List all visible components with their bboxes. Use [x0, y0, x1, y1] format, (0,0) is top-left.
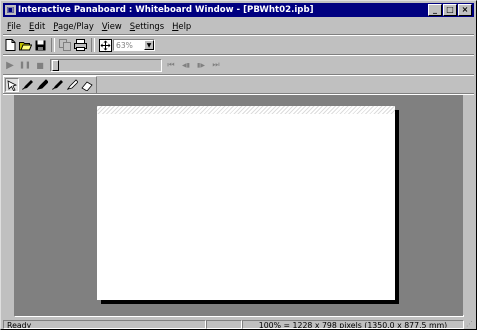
pen-red-icon[interactable] [50, 78, 64, 92]
copy-icon[interactable] [58, 38, 72, 52]
maximize-button[interactable]: □ [443, 4, 457, 16]
eraser-icon[interactable] [80, 78, 94, 92]
menu-bar: File Edit Page/Play View Settings Help [3, 19, 195, 32]
menu-settings[interactable]: Settings [126, 21, 168, 31]
status-resolution-info: 100% = 1228 x 798 pixels (1350.0 x 877.5… [242, 319, 464, 329]
chevron-down-icon[interactable]: ▼ [144, 40, 154, 50]
status-text: Ready [3, 319, 206, 329]
menu-view[interactable]: View [98, 21, 126, 31]
slider-thumb[interactable] [52, 59, 59, 71]
whiteboard-workspace[interactable] [14, 95, 464, 317]
zoom-value: 63% [116, 40, 133, 50]
fit-page-icon[interactable] [98, 38, 112, 52]
pen-blue-icon[interactable] [35, 78, 49, 92]
save-disk-icon[interactable] [33, 38, 47, 52]
menu-edit[interactable]: Edit [25, 21, 49, 31]
open-folder-icon[interactable] [18, 38, 32, 52]
size-grip-icon[interactable]: ⋰ [464, 320, 473, 329]
menu-file[interactable]: File [3, 21, 25, 31]
zoom-combobox[interactable]: 63% ▼ [113, 39, 155, 51]
drawing-tools-pane [3, 76, 97, 94]
print-icon[interactable] [73, 38, 87, 52]
menu-help[interactable]: Help [168, 21, 195, 31]
pause-icon[interactable]: ❚❚ [18, 58, 32, 72]
stop-icon[interactable]: ■ [33, 58, 47, 72]
new-document-icon[interactable] [3, 38, 17, 52]
select-arrow-icon[interactable] [5, 78, 19, 92]
status-empty-pane [206, 319, 242, 329]
page-header-hatch [97, 106, 395, 114]
standard-toolbar: 63% ▼ [3, 36, 155, 54]
panaboard-app-icon[interactable]: ▣ [5, 5, 16, 15]
pen-black-icon[interactable] [20, 78, 34, 92]
toolbar-separator [51, 38, 55, 52]
playback-toolbar: ▶ ❚❚ ■ ⏮ ◀▮ ▮▶ ⏭ [3, 56, 224, 74]
last-page-icon[interactable]: ⏭ [209, 58, 223, 72]
close-button[interactable]: × [458, 4, 472, 16]
whiteboard-page[interactable] [97, 106, 395, 300]
window-controls: _ □ × [427, 4, 472, 16]
title-bar[interactable]: ▣ Interactive Panaboard : Whiteboard Win… [3, 3, 474, 17]
previous-page-icon[interactable]: ◀▮ [179, 58, 193, 72]
next-page-icon[interactable]: ▮▶ [194, 58, 208, 72]
first-page-icon[interactable]: ⏮ [164, 58, 178, 72]
menu-page-play[interactable]: Page/Play [49, 21, 98, 31]
drawing-toolbar [3, 76, 97, 94]
play-icon[interactable]: ▶ [3, 58, 17, 72]
minimize-button[interactable]: _ [428, 4, 442, 16]
status-bar: Ready 100% = 1228 x 798 pixels (1350.0 x… [3, 319, 474, 329]
window-title: Interactive Panaboard : Whiteboard Windo… [18, 5, 314, 15]
toolbar-separator [91, 38, 95, 52]
application-window: ▣ Interactive Panaboard : Whiteboard Win… [0, 0, 477, 330]
pen-green-icon[interactable] [65, 78, 79, 92]
playback-slider[interactable] [50, 58, 162, 72]
right-panel-strip [463, 95, 475, 315]
